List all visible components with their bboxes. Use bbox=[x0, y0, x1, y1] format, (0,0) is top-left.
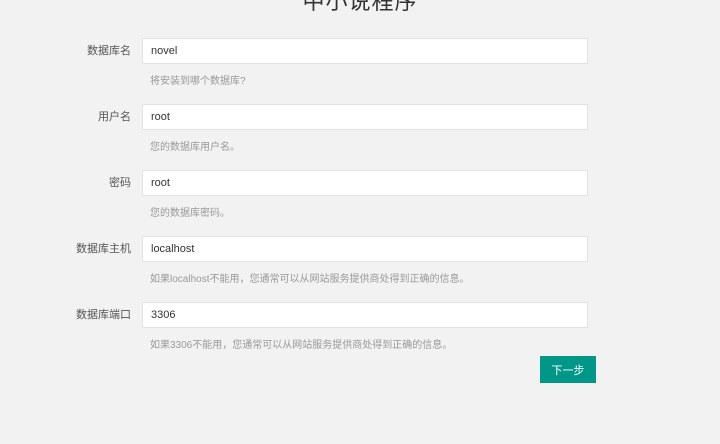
db-user-help: 您的数据库用户名。 bbox=[150, 142, 240, 153]
db-host-input[interactable] bbox=[142, 236, 588, 262]
db-port-label: 数据库端口 bbox=[76, 309, 131, 321]
db-password-label: 密码 bbox=[109, 177, 131, 189]
page-title: 中小说程序 bbox=[302, 0, 418, 14]
next-step-button[interactable]: 下一步 bbox=[540, 356, 596, 383]
db-user-input[interactable] bbox=[142, 104, 588, 130]
db-host-label: 数据库主机 bbox=[76, 243, 131, 255]
db-host-help: 如果localhost不能用，您通常可以从网站服务提供商处得到正确的信息。 bbox=[150, 274, 470, 285]
db-user-label: 用户名 bbox=[98, 111, 131, 123]
db-password-help: 您的数据库密码。 bbox=[150, 208, 230, 219]
db-password-input[interactable] bbox=[142, 170, 588, 196]
install-page: 中小说程序 数据库名 将安装到哪个数据库? 用户名 您的数据库用户名。 密码 您… bbox=[0, 0, 720, 444]
db-name-input[interactable] bbox=[142, 38, 588, 64]
db-port-help: 如果3306不能用，您通常可以从网站服务提供商处得到正确的信息。 bbox=[150, 340, 453, 351]
db-port-input[interactable] bbox=[142, 302, 588, 328]
db-name-help: 将安装到哪个数据库? bbox=[150, 76, 246, 87]
db-name-label: 数据库名 bbox=[87, 45, 131, 57]
